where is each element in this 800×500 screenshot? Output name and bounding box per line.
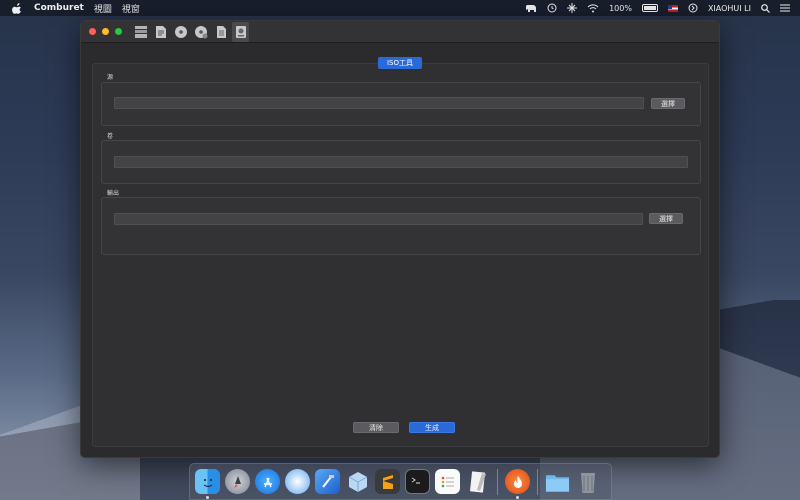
generate-button[interactable]: 生成 xyxy=(409,422,455,433)
network-icon[interactable] xyxy=(567,3,578,13)
user-name[interactable]: XIAOHUI LI xyxy=(708,4,751,13)
running-indicator xyxy=(516,496,519,499)
textedit-icon[interactable] xyxy=(465,469,490,494)
safari-icon[interactable] xyxy=(285,469,310,494)
app-window: 源 選擇 卷 輸出 選擇 清除 生成 ISO工具 xyxy=(80,20,720,458)
time-machine-icon[interactable] xyxy=(547,3,557,13)
battery-icon[interactable] xyxy=(641,4,658,12)
sublime-text-icon[interactable] xyxy=(375,469,400,494)
zoom-button[interactable] xyxy=(115,28,122,35)
output-choose-button[interactable]: 選擇 xyxy=(649,213,683,224)
disk-image-icon[interactable] xyxy=(232,21,249,42)
trash-icon[interactable] xyxy=(575,469,600,494)
terminal-icon[interactable] xyxy=(405,469,430,494)
document-icon[interactable] xyxy=(212,22,229,42)
search-icon[interactable] xyxy=(761,3,770,13)
accessibility-icon[interactable] xyxy=(688,3,698,13)
title-bar[interactable] xyxy=(81,21,719,43)
menu-view[interactable]: 視圖 xyxy=(94,2,112,15)
iso-tool-panel: 源 選擇 卷 輸出 選擇 清除 生成 xyxy=(92,63,709,447)
source-choose-button[interactable]: 選擇 xyxy=(651,98,685,109)
volume-name-field[interactable] xyxy=(114,156,688,168)
us-flag-icon[interactable] xyxy=(667,4,678,12)
minimize-button[interactable] xyxy=(102,28,109,35)
close-button[interactable] xyxy=(89,28,96,35)
output-group: 選擇 xyxy=(101,197,701,255)
menu-bar: Comburet 視圖 視窗 100% XIAOHUI LI xyxy=(0,0,800,16)
shelf-icon[interactable] xyxy=(132,22,149,42)
output-label: 輸出 xyxy=(107,190,120,197)
running-indicator xyxy=(206,496,209,499)
reminders-icon[interactable] xyxy=(435,469,460,494)
app-menu[interactable]: Comburet xyxy=(34,3,84,13)
cube-icon[interactable] xyxy=(345,469,370,494)
file-edit-icon[interactable] xyxy=(152,22,169,42)
source-label: 源 xyxy=(107,74,114,81)
volume-group xyxy=(101,140,701,184)
volume-label: 卷 xyxy=(107,133,114,140)
wifi-icon[interactable] xyxy=(587,3,599,13)
disc-add-icon[interactable] xyxy=(192,22,209,42)
output-path-field[interactable] xyxy=(114,213,643,225)
tab-iso-tool[interactable]: ISO工具 xyxy=(378,57,422,69)
elephant-icon[interactable] xyxy=(525,4,537,13)
dock-separator xyxy=(537,468,538,495)
notification-center-icon[interactable] xyxy=(780,4,790,12)
xcode-icon[interactable] xyxy=(315,469,340,494)
disc-icon[interactable] xyxy=(172,22,189,42)
menu-window[interactable]: 視窗 xyxy=(122,2,140,15)
comburet-icon[interactable] xyxy=(505,469,530,499)
finder-icon[interactable] xyxy=(195,469,220,499)
dock xyxy=(189,463,612,500)
source-path-field[interactable] xyxy=(114,97,644,109)
launchpad-icon[interactable] xyxy=(225,469,250,494)
downloads-folder-icon[interactable] xyxy=(545,469,570,494)
dock-separator xyxy=(497,468,498,495)
battery-percent: 100% xyxy=(609,3,632,13)
clear-button[interactable]: 清除 xyxy=(353,422,399,433)
source-group: 選擇 xyxy=(101,82,701,126)
apple-icon[interactable] xyxy=(12,2,22,14)
app-store-icon[interactable] xyxy=(255,469,280,494)
